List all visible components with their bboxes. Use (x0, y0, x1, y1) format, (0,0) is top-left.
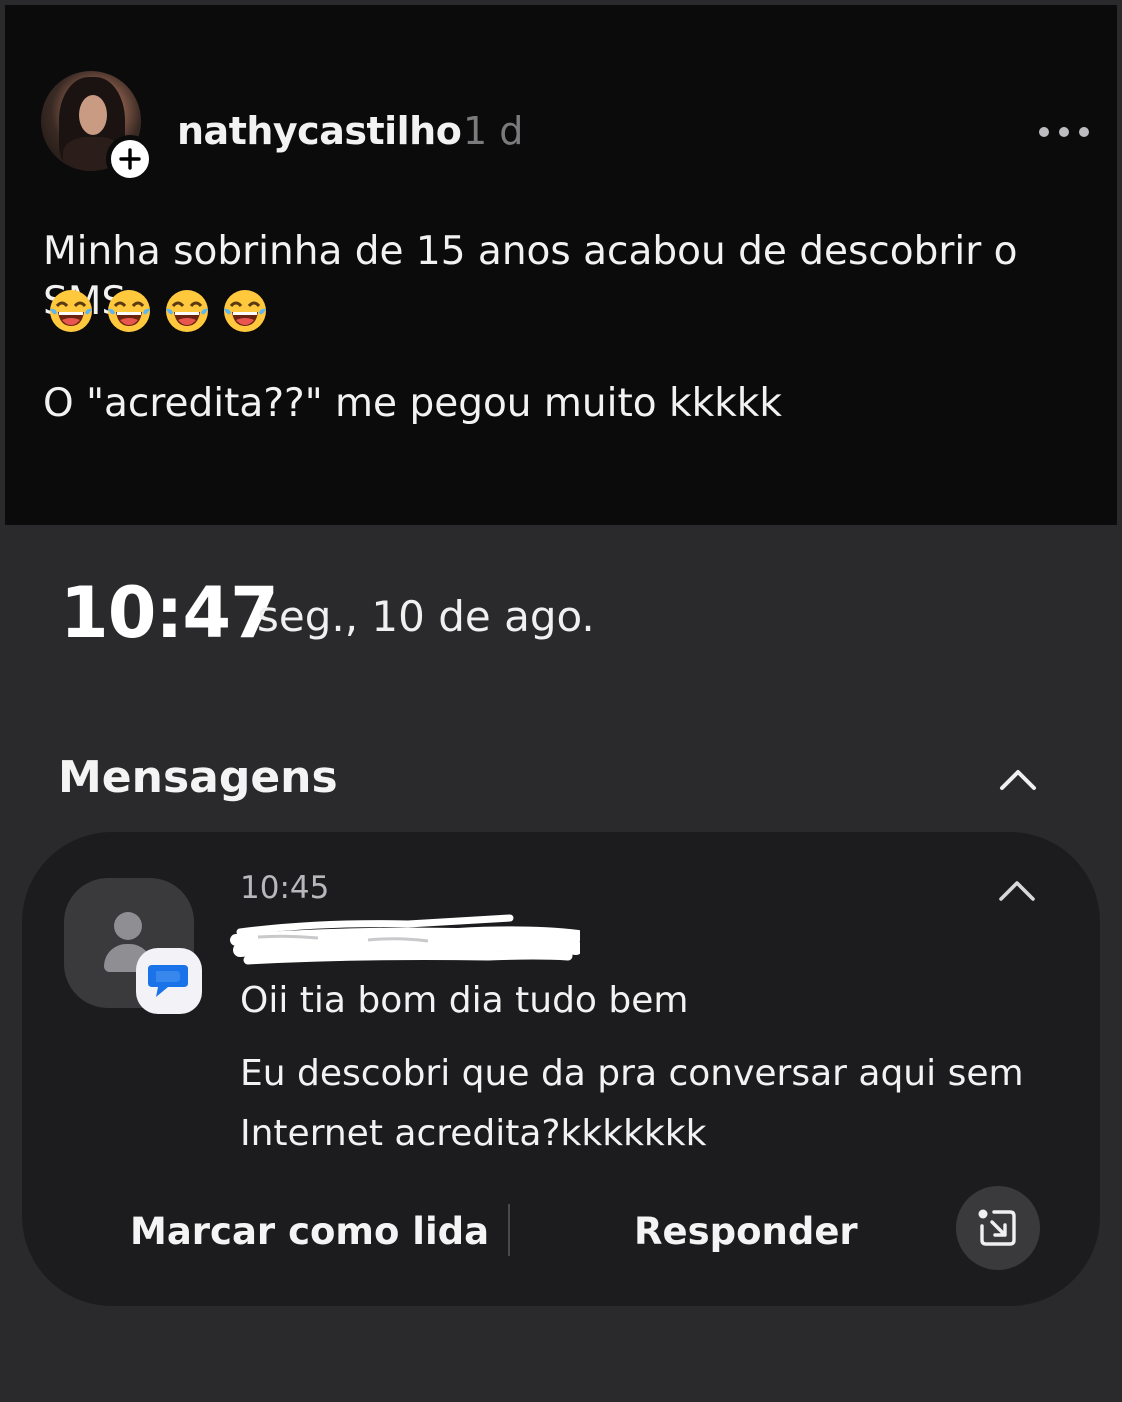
laughing-tears-emoji-icon (50, 290, 92, 332)
laughing-tears-emoji-icon (108, 290, 150, 332)
more-options-icon[interactable] (1039, 117, 1089, 147)
follow-plus-icon[interactable] (106, 135, 154, 183)
redacted-sender-scribble (230, 914, 580, 965)
laughing-tears-emoji-icon (166, 290, 208, 332)
post-timestamp: 1 d (463, 109, 524, 153)
post-username[interactable]: nathycastilho (177, 109, 462, 153)
messages-app-icon (136, 948, 202, 1014)
actions-divider (508, 1204, 510, 1256)
post-text-line2: O "acredita??" me pegou muito kkkkk (43, 381, 782, 426)
message-line2: Eu descobri que da pra conversar aqui se… (240, 1053, 1024, 1154)
collapse-group-chevron-up-icon[interactable] (996, 758, 1040, 802)
collapse-notification-chevron-up-icon[interactable] (996, 870, 1038, 910)
notification-time: 10:45 (240, 870, 330, 906)
open-in-popup-icon[interactable] (956, 1186, 1040, 1270)
screen: nathycastilho 1 d Minha sobrinha de 15 a… (0, 0, 1122, 1402)
reply-button[interactable]: Responder (634, 1210, 858, 1253)
mark-as-read-button[interactable]: Marcar como lida (130, 1210, 489, 1253)
emoji-row (47, 287, 269, 335)
lockscreen-date: seg., 10 de ago. (257, 592, 595, 641)
threads-post[interactable]: nathycastilho 1 d Minha sobrinha de 15 a… (5, 5, 1117, 525)
notification-actions: Marcar como lida Responder (22, 1186, 1100, 1272)
lockscreen-clock: 10:47 (60, 572, 279, 654)
message-line1: Oii tia bom dia tudo bem (240, 980, 689, 1021)
message-notification-card[interactable]: 10:45 Oii tia bom dia tudo bem Eu descob… (22, 832, 1100, 1306)
notification-group-title: Mensagens (58, 752, 338, 803)
laughing-tears-emoji-icon (224, 290, 266, 332)
